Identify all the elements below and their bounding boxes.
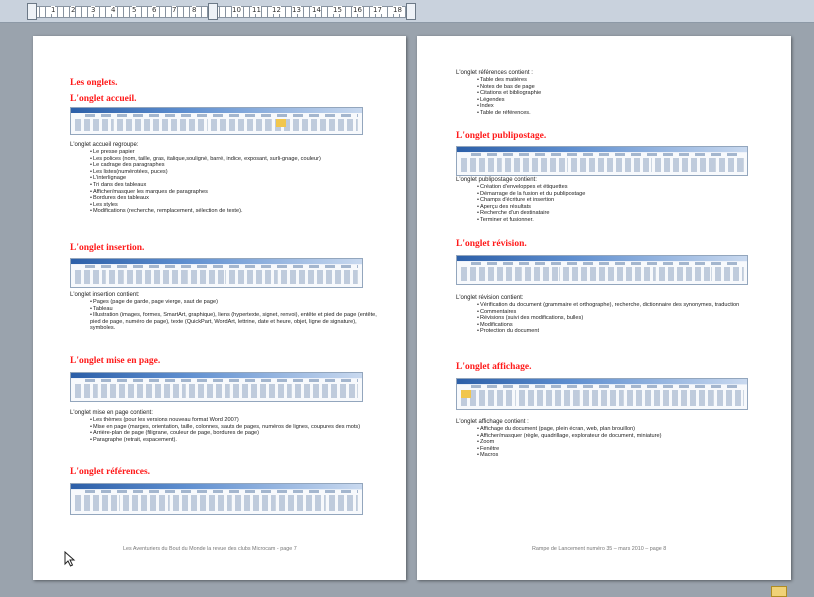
list-item: Commentaires xyxy=(477,309,769,316)
list-item: Fenêtre xyxy=(477,446,769,453)
list-item: Les polices (nom, taille, gras, italique… xyxy=(90,156,375,163)
document-page-8[interactable]: L'onglet références contient : Table des… xyxy=(417,36,791,580)
list-item: Tri dans des tableaux xyxy=(90,182,375,189)
section-heading-revision: L'onglet révision. xyxy=(456,239,527,249)
ribbon-screenshot-affichage xyxy=(456,378,748,410)
list-item: Arrière-plan de page (filigrane, couleur… xyxy=(90,430,382,437)
section-intro-publipostage: L'onglet publipostage contient: xyxy=(456,177,537,183)
document-page-7[interactable]: Les onglets. L'onglet accueil. L'onglet … xyxy=(33,36,406,580)
list-item: Mise en page (marges, orientation, taill… xyxy=(90,424,382,431)
list-affichage: Affichage du document (page, plein écran… xyxy=(477,426,769,459)
list-item: Protection du document xyxy=(477,328,769,335)
list-item: Citations et bibliographie xyxy=(477,90,767,97)
list-item: L'interlignage xyxy=(90,175,375,182)
ruler-number: 14 xyxy=(312,6,321,14)
list-item: Zoom xyxy=(477,439,769,446)
ruler-number: 16 xyxy=(353,6,362,14)
list-item: Recherche d'un destinataire xyxy=(477,210,767,217)
list-item: Le presse papier xyxy=(90,149,375,156)
list-item: Création d'enveloppes et étiquettes xyxy=(477,184,767,191)
section-intro-mise-en-page: L'onglet mise en page contient: xyxy=(70,410,153,416)
ribbon-screenshot-mise-en-page xyxy=(70,372,363,402)
list-item: Terminer et fusionner. xyxy=(477,217,767,224)
ribbon-screenshot-accueil xyxy=(70,107,363,135)
list-item: Révisions (suivi des modifications, bull… xyxy=(477,315,769,322)
list-item: Champs d'écriture et insertion xyxy=(477,197,767,204)
list-item: Le cadrage des paragraphes xyxy=(90,162,375,169)
list-accueil: Le presse papier Les polices (nom, taill… xyxy=(90,149,375,215)
ruler-number: 5 xyxy=(132,6,137,14)
page-title: Les onglets. xyxy=(70,78,118,88)
list-item: Table de références. xyxy=(477,110,767,117)
list-item: Bordures des tableaux xyxy=(90,195,375,202)
list-item: Afficher/masquer (règle, quadrillage, ex… xyxy=(477,433,769,440)
mouse-pointer-icon xyxy=(64,551,76,567)
section-heading-affichage: L'onglet affichage. xyxy=(456,362,532,372)
ruler-number: 13 xyxy=(292,6,301,14)
list-item: Les thèmes (pour les versions nouveau fo… xyxy=(90,417,382,424)
ribbon-screenshot-revision xyxy=(456,255,748,285)
list-item: Les styles xyxy=(90,202,375,209)
list-item: Afficher/masquer les marques de paragrap… xyxy=(90,189,375,196)
ruler-number: 6 xyxy=(152,6,157,14)
list-revision: Vérification du document (grammaire et o… xyxy=(477,302,769,335)
ruler-number: 2 xyxy=(71,6,76,14)
section-heading-publipostage: L'onglet publipostage. xyxy=(456,131,547,141)
list-mise-en-page: Les thèmes (pour les versions nouveau fo… xyxy=(90,417,382,443)
section-heading-mise-en-page: L'onglet mise en page. xyxy=(70,356,161,366)
section-intro-accueil: L'onglet accueil regroupe: xyxy=(70,142,139,148)
ruler-right-indent-marker[interactable] xyxy=(406,3,416,20)
section-heading-insertion: L'onglet insertion. xyxy=(70,243,145,253)
section-heading-accueil: L'onglet accueil. xyxy=(70,94,137,104)
ruler-first-line-marker[interactable] xyxy=(208,3,218,20)
list-item: Légendes xyxy=(477,97,767,104)
ribbon-screenshot-publipostage xyxy=(456,146,748,176)
ruler-number: 4 xyxy=(111,6,116,14)
ruler-number: 1 xyxy=(51,6,56,14)
list-item: Démarrage de la fusion et du publipostag… xyxy=(477,191,767,198)
list-item: Table des matières xyxy=(477,77,767,84)
page-footer: Les Aventuriers du Bout du Monde la revu… xyxy=(123,546,297,552)
list-item: Modifications (recherche, remplacement, … xyxy=(90,208,375,215)
horizontal-ruler[interactable]: 123456789101112131415161718 xyxy=(0,0,814,23)
ruler-number: 10 xyxy=(232,6,241,14)
ruler-track[interactable]: 123456789101112131415161718 xyxy=(32,6,416,18)
section-heading-references: L'onglet références. xyxy=(70,467,151,477)
ruler-number: 3 xyxy=(91,6,96,14)
section-intro-insertion: L'onglet insertion contient: xyxy=(70,292,140,298)
list-item: Les listes(numérotées, puces) xyxy=(90,169,375,176)
section-intro-affichage: L'onglet affichage contient : xyxy=(456,419,529,425)
list-item: Pages (page de garde, page vierge, saut … xyxy=(90,299,382,306)
list-item: Paragraphe (retrait, espacement). xyxy=(90,437,382,444)
list-publipostage: Création d'enveloppes et étiquettes Déma… xyxy=(477,184,767,224)
list-item: Affichage du document (page, plein écran… xyxy=(477,426,769,433)
ruler-number: 18 xyxy=(393,6,402,14)
list-item: Modifications xyxy=(477,322,769,329)
ruler-number: 8 xyxy=(192,6,197,14)
list-item: Notes de bas de page xyxy=(477,84,767,91)
page-footer: Rampe de Lancement numéro 35 – mars 2010… xyxy=(532,546,667,552)
list-item: Macros xyxy=(477,452,769,459)
list-item: Tableau xyxy=(90,306,382,313)
ruler-left-indent-marker[interactable] xyxy=(27,3,37,20)
list-item: Illustration (images, formes, SmartArt, … xyxy=(90,312,382,332)
list-item: Vérification du document (grammaire et o… xyxy=(477,302,769,309)
list-item: Index xyxy=(477,103,767,110)
ruler-number: 12 xyxy=(272,6,281,14)
ruler-number: 17 xyxy=(373,6,382,14)
list-references: Table des matières Notes de bas de page … xyxy=(477,77,767,117)
zoom-icon[interactable] xyxy=(771,586,787,597)
ribbon-screenshot-insertion xyxy=(70,258,363,288)
ruler-number: 7 xyxy=(172,6,177,14)
list-item: Aperçu des résultats xyxy=(477,204,767,211)
list-insertion: Pages (page de garde, page vierge, saut … xyxy=(90,299,382,332)
section-intro-references: L'onglet références contient : xyxy=(456,70,533,76)
ruler-number: 15 xyxy=(333,6,342,14)
ruler-number: 11 xyxy=(252,6,261,14)
ribbon-screenshot-references xyxy=(70,483,363,515)
section-intro-revision: L'onglet révision contient: xyxy=(456,295,524,301)
